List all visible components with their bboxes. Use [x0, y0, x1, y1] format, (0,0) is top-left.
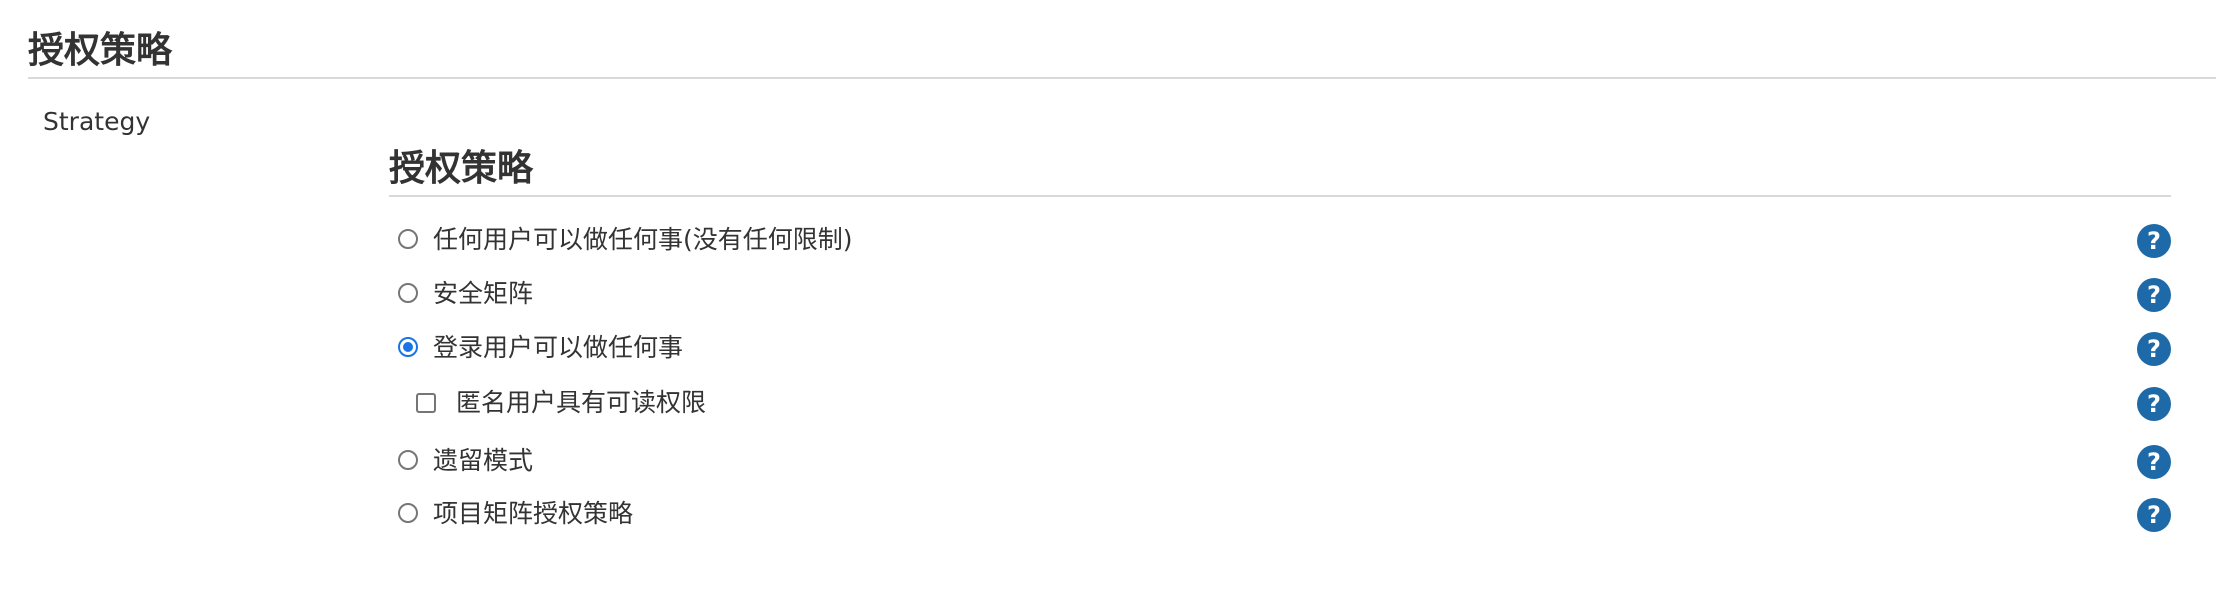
radio-security-matrix[interactable] [398, 283, 418, 303]
option-legacy-mode[interactable]: 遗留模式 ? [389, 441, 2171, 481]
section-divider [28, 77, 2216, 79]
radio-project-matrix[interactable] [398, 503, 418, 523]
suboption-anonymous-read-label[interactable]: 匿名用户具有可读权限 [456, 383, 706, 423]
option-legacy-mode-label[interactable]: 遗留模式 [433, 441, 533, 481]
option-logged-in-anything-label[interactable]: 登录用户可以做任何事 [433, 328, 683, 368]
help-icon[interactable]: ? [2137, 278, 2171, 312]
radio-logged-in-anything[interactable] [398, 337, 418, 357]
option-security-matrix[interactable]: 安全矩阵 ? [389, 274, 2171, 314]
option-logged-in-anything[interactable]: 登录用户可以做任何事 ? [389, 328, 2171, 368]
option-project-matrix[interactable]: 项目矩阵授权策略 ? [389, 494, 2171, 534]
strategy-divider [389, 195, 2171, 197]
radio-legacy-mode[interactable] [398, 450, 418, 470]
help-icon[interactable]: ? [2137, 332, 2171, 366]
suboption-anonymous-read[interactable]: 匿名用户具有可读权限 ? [389, 383, 2171, 423]
option-unrestricted[interactable]: 任何用户可以做任何事(没有任何限制) ? [389, 220, 2171, 260]
option-unrestricted-label[interactable]: 任何用户可以做任何事(没有任何限制) [433, 220, 853, 260]
section-title: 授权策略 [28, 30, 173, 71]
help-icon[interactable]: ? [2137, 498, 2171, 532]
help-icon[interactable]: ? [2137, 224, 2171, 258]
option-security-matrix-label[interactable]: 安全矩阵 [433, 274, 533, 314]
strategy-heading: 授权策略 [389, 148, 534, 189]
checkbox-anonymous-read[interactable] [416, 393, 436, 413]
radio-unrestricted[interactable] [398, 229, 418, 249]
help-icon[interactable]: ? [2137, 445, 2171, 479]
help-icon[interactable]: ? [2137, 387, 2171, 421]
strategy-field-label: Strategy [43, 107, 151, 136]
option-project-matrix-label[interactable]: 项目矩阵授权策略 [433, 494, 633, 534]
